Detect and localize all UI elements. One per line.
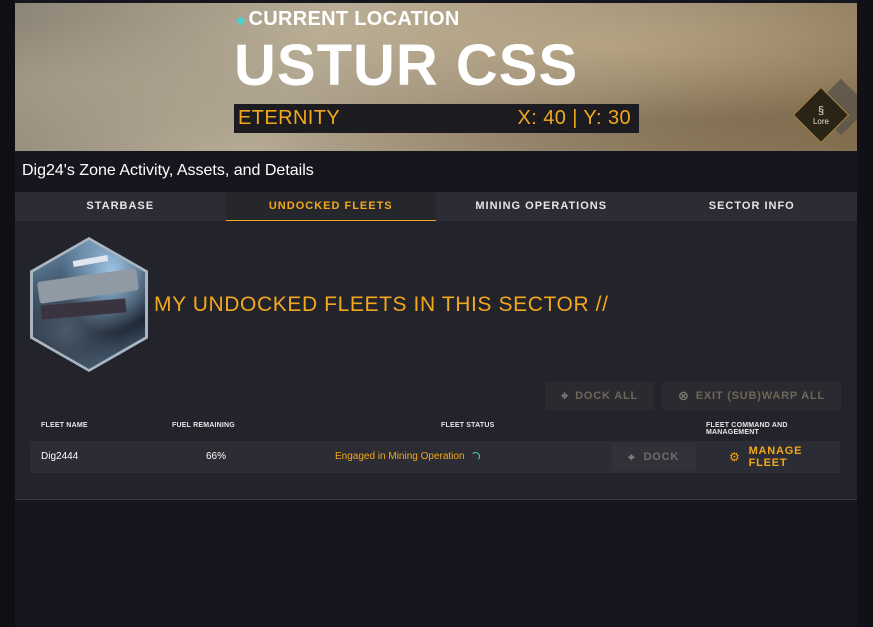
location-banner: ◆ CURRENT LOCATION USTUR CSS ETERNITY X:… (15, 3, 857, 151)
left-frame (0, 0, 15, 627)
manage-fleet-label: MANAGE FLEET (748, 445, 803, 469)
dock-button[interactable]: ⌖ DOCK (612, 443, 696, 471)
coordinates: X: 40 | Y: 30 (517, 107, 631, 129)
fleet-status: Engaged in Mining Operation (335, 451, 480, 462)
tab-sector-info[interactable]: SECTOR INFO (647, 192, 858, 221)
header-fleet-name: FLEET NAME (41, 422, 88, 429)
dock-all-button[interactable]: ⌖ DOCK ALL (545, 382, 654, 410)
lore-label: Lore (812, 116, 829, 126)
lore-button-content[interactable]: § Lore (801, 95, 841, 135)
location-coordinates-bar: ETERNITY X: 40 | Y: 30 (234, 104, 639, 133)
lore-icon: § (817, 104, 825, 117)
table-row: Dig2444 66% Engaged in Mining Operation … (30, 441, 840, 473)
section-heading: MY UNDOCKED FLEETS IN THIS SECTOR // (154, 293, 609, 316)
header-fleet-status: FLEET STATUS (441, 422, 495, 429)
tab-bar: STARBASE UNDOCKED FLEETS MINING OPERATIO… (15, 192, 857, 221)
location-name: USTUR CSS (234, 33, 579, 98)
header-fleet-command: FLEET COMMAND AND MANAGEMENT (706, 422, 788, 436)
diamond-icon: ◆ (236, 12, 246, 27)
ship-highlight (72, 255, 109, 267)
location-pin-icon: ⌖ (628, 449, 636, 464)
region-name: ETERNITY (238, 107, 341, 129)
header-fuel-remaining: FUEL REMAINING (172, 422, 235, 429)
bulk-actions: ⌖ DOCK ALL ⊗ EXIT (SUB)WARP ALL (545, 382, 841, 410)
location-pin-icon: ⌖ (561, 388, 570, 403)
spinner-icon (470, 452, 480, 461)
zone-title: Dig24's Zone Activity, Assets, and Detai… (22, 162, 314, 179)
right-frame (857, 0, 873, 627)
fleet-table-header: FLEET NAME FUEL REMAINING FLEET STATUS F… (30, 422, 840, 436)
gear-icon: ⚙ (729, 450, 741, 464)
current-location-label: ◆ CURRENT LOCATION (236, 8, 460, 31)
tab-starbase[interactable]: STARBASE (15, 192, 226, 221)
tab-mining-operations[interactable]: MINING OPERATIONS (436, 192, 647, 221)
warp-exit-icon: ⊗ (678, 388, 690, 403)
zone-panel: STARBASE UNDOCKED FLEETS MINING OPERATIO… (15, 192, 857, 500)
dock-all-label: DOCK ALL (575, 390, 638, 402)
exit-warp-all-button[interactable]: ⊗ EXIT (SUB)WARP ALL (662, 382, 841, 410)
lore-button-wrap[interactable]: § Lore (792, 78, 857, 151)
dock-label: DOCK (643, 451, 680, 463)
fleet-name: Dig2444 (41, 451, 79, 462)
exit-warp-all-label: EXIT (SUB)WARP ALL (695, 390, 825, 402)
fleet-status-text: Engaged in Mining Operation (335, 451, 465, 462)
fuel-remaining: 66% (206, 451, 227, 462)
current-location-text: CURRENT LOCATION (248, 8, 460, 30)
tab-undocked-fleets[interactable]: UNDOCKED FLEETS (225, 192, 436, 221)
fleet-hex-image (30, 237, 148, 372)
ship-illustration (33, 240, 145, 369)
manage-fleet-button[interactable]: ⚙ MANAGE FLEET (714, 443, 832, 471)
